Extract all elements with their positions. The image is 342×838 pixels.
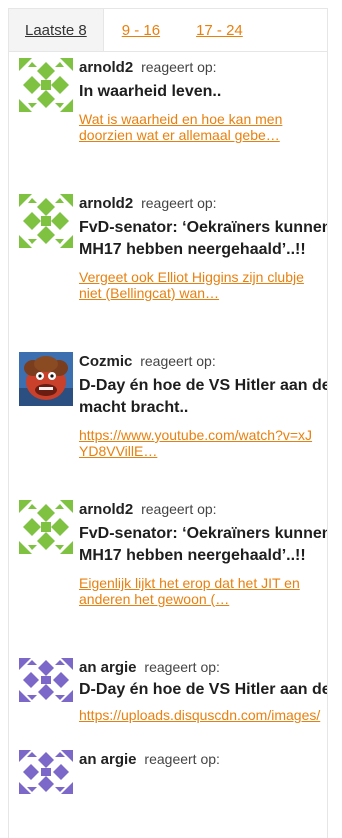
green-pattern-avatar-icon	[19, 194, 73, 248]
comment-action: reageert op:	[141, 501, 217, 517]
comment-author[interactable]: arnold2	[79, 501, 133, 518]
comment-action: reageert op:	[141, 195, 217, 211]
comment-snippet-link[interactable]: Eigenlijk lijkt het erop dat het JIT en …	[79, 575, 319, 607]
recent-comments-widget: Laatste 8 9 - 16 17 - 24 arnold2 reageer…	[8, 8, 328, 838]
comment-author[interactable]: arnold2	[79, 195, 133, 212]
comment-action: reageert op:	[144, 659, 220, 675]
avatar[interactable]	[19, 500, 73, 554]
purple-pattern-avatar-icon	[19, 658, 73, 702]
purple-pattern-avatar-icon	[19, 750, 73, 794]
tab-9-16[interactable]: 9 - 16	[104, 9, 178, 51]
comment-post-title[interactable]: FvD-senator: ‘Oekraïners kunnen MH17 heb…	[79, 523, 327, 567]
green-pattern-avatar-icon	[19, 500, 73, 554]
avatar[interactable]	[19, 750, 73, 804]
comment-item: an argie reageert op: D-Day én hoe de VS…	[9, 654, 327, 748]
comment-action: reageert op:	[144, 751, 220, 767]
comment-author[interactable]: Cozmic	[79, 353, 132, 370]
comment-snippet-link[interactable]: https://www.youtube.com/watch?v=xJYD8VVi…	[79, 427, 319, 459]
comment-author[interactable]: an argie	[79, 751, 137, 768]
comment-post-title[interactable]: D-Day én hoe de VS Hitler aan de macht b…	[79, 679, 327, 701]
comment-item: an argie reageert op:	[9, 748, 327, 828]
comment-post-title[interactable]: In waarheid leven..	[79, 81, 327, 103]
comment-item: arnold2 reageert op: In waarheid leven..…	[9, 52, 327, 188]
comment-item: Cozmic reageert op: D-Day én hoe de VS H…	[9, 346, 327, 494]
green-pattern-avatar-icon	[19, 58, 73, 112]
muppet-avatar-icon	[19, 352, 73, 406]
comment-post-title[interactable]: D-Day én hoe de VS Hitler aan de macht b…	[79, 375, 327, 419]
comment-post-title[interactable]: FvD-senator: ‘Oekraïners kunnen MH17 heb…	[79, 217, 327, 261]
avatar[interactable]	[19, 352, 73, 406]
tab-latest-8[interactable]: Laatste 8	[9, 9, 104, 51]
comment-action: reageert op:	[141, 59, 217, 75]
comment-snippet-link[interactable]: Wat is waarheid en hoe kan men doorzien …	[79, 111, 319, 143]
comment-list: arnold2 reageert op: In waarheid leven..…	[9, 52, 327, 828]
comment-author[interactable]: an argie	[79, 659, 137, 676]
tab-bar: Laatste 8 9 - 16 17 - 24	[9, 9, 327, 52]
comment-action: reageert op:	[140, 353, 216, 369]
avatar[interactable]	[19, 658, 73, 712]
avatar[interactable]	[19, 194, 73, 248]
avatar[interactable]	[19, 58, 73, 112]
comment-snippet-link[interactable]: Vergeet ook Elliot Higgins zijn clubje n…	[79, 269, 319, 301]
comment-item: arnold2 reageert op: FvD-senator: ‘Oekra…	[9, 494, 327, 654]
comment-snippet-link[interactable]: https://uploads.disquscdn.com/images/	[79, 707, 323, 723]
comment-author[interactable]: arnold2	[79, 59, 133, 76]
comment-item: arnold2 reageert op: FvD-senator: ‘Oekra…	[9, 188, 327, 346]
tab-17-24[interactable]: 17 - 24	[178, 9, 261, 51]
